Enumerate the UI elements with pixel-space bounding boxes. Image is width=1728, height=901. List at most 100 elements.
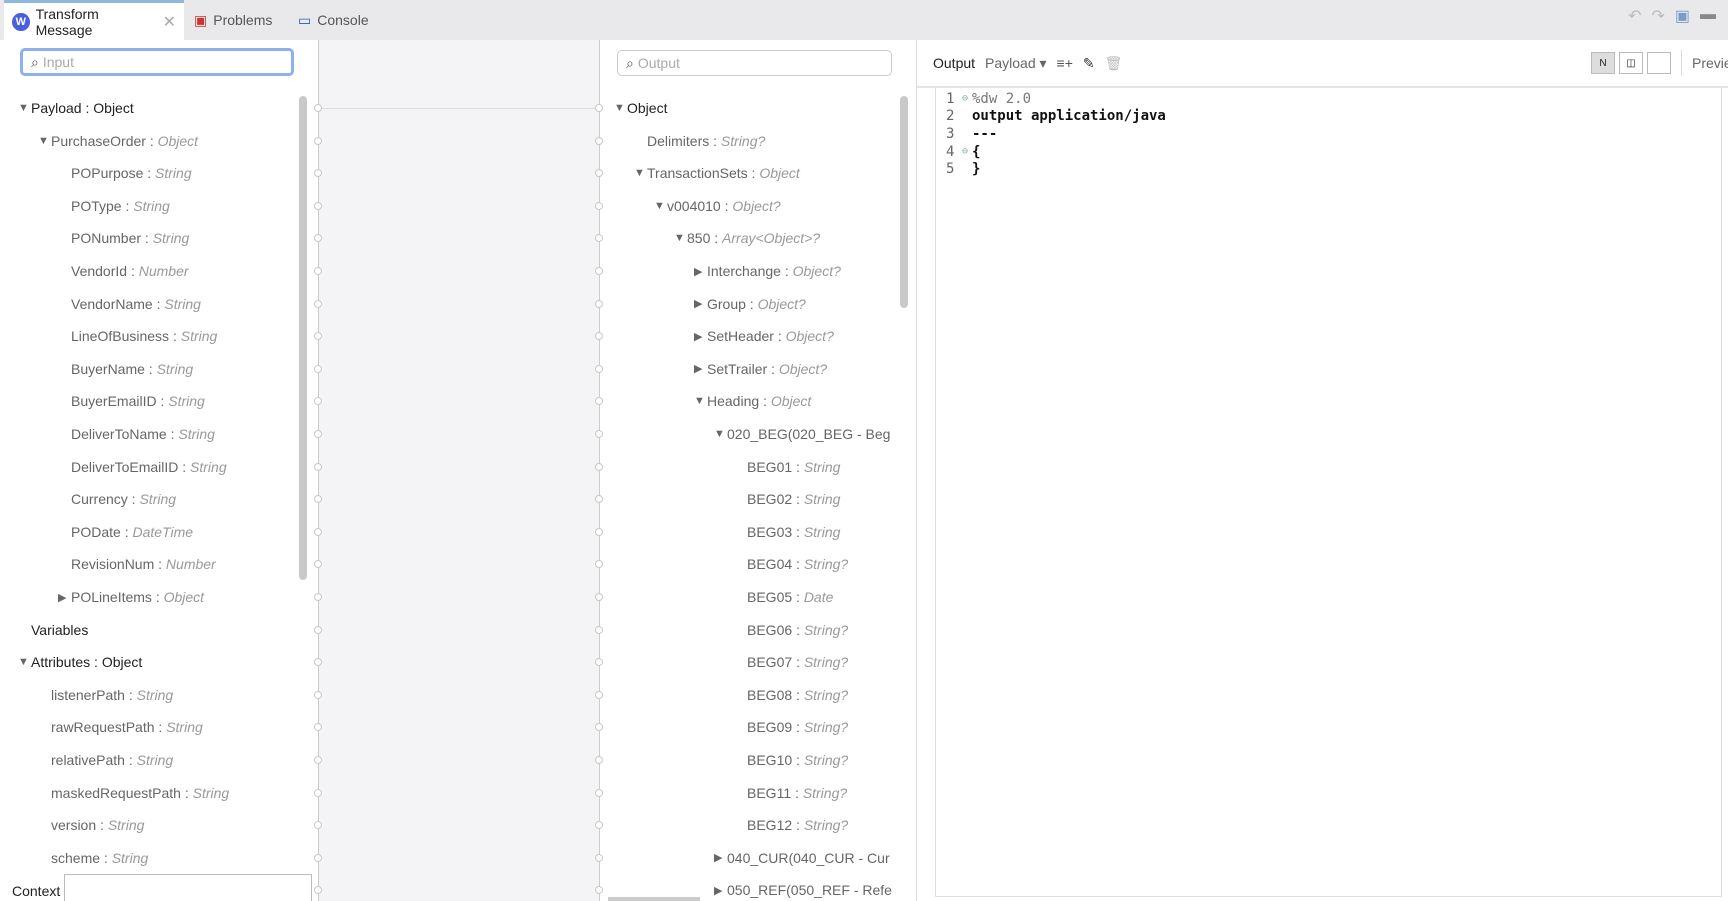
connector-dot[interactable]	[314, 104, 322, 112]
tree-node[interactable]: ▼ 850 : Array<Object>?	[674, 228, 820, 248]
redo-icon[interactable]: ↷	[1651, 6, 1664, 26]
connector-dot[interactable]	[314, 462, 322, 471]
expanded-triangle-icon[interactable]: ▼	[694, 395, 707, 407]
connector-dot[interactable]	[595, 527, 603, 536]
tree-node[interactable]: relativePath : String	[38, 750, 173, 770]
tree-node[interactable]: Delimiters : String?	[634, 131, 765, 151]
tree-node[interactable]: ▶ Interchange : Object?	[694, 261, 841, 281]
tree-node[interactable]: ▶ 050_REF(050_REF - Refe	[714, 880, 892, 900]
tab-transform-message[interactable]: W Transform Message ✕	[4, 0, 184, 40]
connector-dot[interactable]	[595, 788, 603, 797]
connector-dot[interactable]	[595, 821, 603, 830]
tree-node[interactable]: ▶ 040_CUR(040_CUR - Cur	[714, 848, 890, 868]
tree-node[interactable]: DeliverToEmailID : String	[58, 457, 227, 477]
tree-node[interactable]: scheme : String	[38, 848, 148, 868]
tree-node[interactable]: version : String	[38, 815, 144, 835]
collapsed-triangle-icon[interactable]: ▶	[694, 330, 707, 343]
collapsed-triangle-icon[interactable]: ▶	[714, 851, 727, 864]
connector-dot[interactable]	[595, 332, 603, 341]
view-graphics-icon[interactable]: N	[1591, 52, 1615, 74]
tree-node[interactable]: BEG12 : String?	[734, 815, 848, 835]
tree-node[interactable]: BEG04 : String?	[734, 554, 848, 574]
tree-node[interactable]: PODate : DateTime	[58, 522, 193, 542]
collapsed-triangle-icon[interactable]: ▶	[694, 265, 707, 278]
tree-node[interactable]: BEG02 : String	[734, 489, 840, 509]
tree-node[interactable]: Currency : String	[58, 489, 176, 509]
expanded-triangle-icon[interactable]: ▼	[38, 135, 51, 147]
expanded-triangle-icon[interactable]: ▼	[674, 232, 687, 244]
fold-icon[interactable]: ⊖	[962, 93, 972, 104]
tab-console[interactable]: ▭ Console	[298, 0, 369, 40]
connector-dot[interactable]	[314, 723, 322, 732]
tree-node[interactable]: LineOfBusiness : String	[58, 326, 217, 346]
tree-node[interactable]: ▼ Attributes : Object	[18, 652, 142, 672]
view-split-icon[interactable]: ◫	[1619, 52, 1643, 74]
tree-node[interactable]: rawRequestPath : String	[38, 717, 203, 737]
input-scrollbar[interactable]	[299, 96, 307, 580]
output-scrollbar[interactable]	[900, 96, 908, 308]
tree-node[interactable]: BuyerEmailID : String	[58, 391, 205, 411]
connector-dot[interactable]	[314, 332, 322, 341]
tree-node[interactable]: listenerPath : String	[38, 685, 173, 705]
tree-node[interactable]: BEG11 : String?	[734, 783, 847, 803]
add-list-icon[interactable]: ≡+	[1057, 55, 1073, 71]
tree-node[interactable]: VendorName : String	[58, 294, 201, 314]
input-search[interactable]: ⌕ Input	[20, 48, 294, 76]
connector-dot[interactable]	[314, 788, 322, 797]
expanded-triangle-icon[interactable]: ▼	[634, 167, 647, 179]
save-icon[interactable]: ▣	[1675, 6, 1690, 26]
connector-dot[interactable]	[595, 658, 603, 667]
tree-node[interactable]: ▶ SetTrailer : Object?	[694, 359, 827, 379]
minimize-icon[interactable]: ▬	[1700, 6, 1716, 26]
collapsed-triangle-icon[interactable]: ▶	[694, 297, 707, 310]
connector-dot[interactable]	[595, 364, 603, 373]
connector-dot[interactable]	[595, 886, 603, 895]
connector-dot[interactable]	[595, 756, 603, 764]
connector-dot[interactable]	[595, 430, 603, 438]
tree-node[interactable]: BEG08 : String?	[734, 685, 848, 705]
connector-dot[interactable]	[595, 234, 603, 243]
tree-node[interactable]: BEG07 : String?	[734, 652, 848, 672]
connector-dot[interactable]	[314, 495, 322, 504]
context-input[interactable]	[64, 874, 313, 901]
connector-dot[interactable]	[595, 690, 603, 699]
tree-node[interactable]: BEG10 : String?	[734, 750, 848, 770]
tree-node[interactable]: RevisionNum : Number	[58, 554, 216, 574]
tree-node[interactable]: BEG01 : String	[734, 457, 840, 477]
payload-dropdown[interactable]: Payload ▾	[985, 55, 1047, 72]
connector-dot[interactable]	[314, 593, 322, 601]
tree-node[interactable]: POType : String	[58, 196, 170, 216]
connector-dot[interactable]	[314, 267, 322, 275]
tree-node[interactable]: BEG09 : String?	[734, 717, 848, 737]
trash-icon[interactable]: 🗑	[1105, 55, 1123, 72]
collapsed-triangle-icon[interactable]: ▶	[58, 591, 71, 604]
connector-dot[interactable]	[314, 625, 322, 634]
tree-node[interactable]: ▶ POLineItems : Object	[58, 587, 204, 607]
collapsed-triangle-icon[interactable]: ▶	[694, 362, 707, 375]
collapsed-triangle-icon[interactable]: ▶	[714, 884, 727, 897]
tree-node[interactable]: ▼ PurchaseOrder : Object	[38, 131, 198, 151]
connector-dot[interactable]	[595, 593, 603, 601]
connector-dot[interactable]	[314, 169, 322, 178]
expanded-triangle-icon[interactable]: ▼	[714, 428, 727, 440]
connector-dot[interactable]	[595, 397, 603, 406]
tree-node[interactable]: POPurpose : String	[58, 163, 192, 183]
tree-node[interactable]: BEG05 : Date	[734, 587, 833, 607]
connector-dot[interactable]	[314, 821, 322, 830]
tree-node[interactable]: DeliverToName : String	[58, 424, 215, 444]
tree-node[interactable]: ▼ TransactionSets : Object	[634, 163, 800, 183]
tree-node[interactable]: VendorId : Number	[58, 261, 189, 281]
expanded-triangle-icon[interactable]: ▼	[614, 102, 627, 114]
connector-dot[interactable]	[314, 201, 322, 210]
tree-node[interactable]: ▼ Payload : Object	[18, 98, 134, 118]
tab-problems[interactable]: ▣ Problems	[194, 0, 272, 40]
connector-dot[interactable]	[314, 397, 322, 406]
connector-dot[interactable]	[314, 234, 322, 243]
connector-dot[interactable]	[595, 625, 603, 634]
connector-dot[interactable]	[314, 527, 322, 536]
pencil-icon[interactable]: ✎	[1083, 55, 1095, 72]
tree-node[interactable]: BEG06 : String?	[734, 620, 848, 640]
connector-dot[interactable]	[314, 299, 322, 308]
connector-dot[interactable]	[595, 462, 603, 471]
connector-dot[interactable]	[595, 136, 603, 145]
